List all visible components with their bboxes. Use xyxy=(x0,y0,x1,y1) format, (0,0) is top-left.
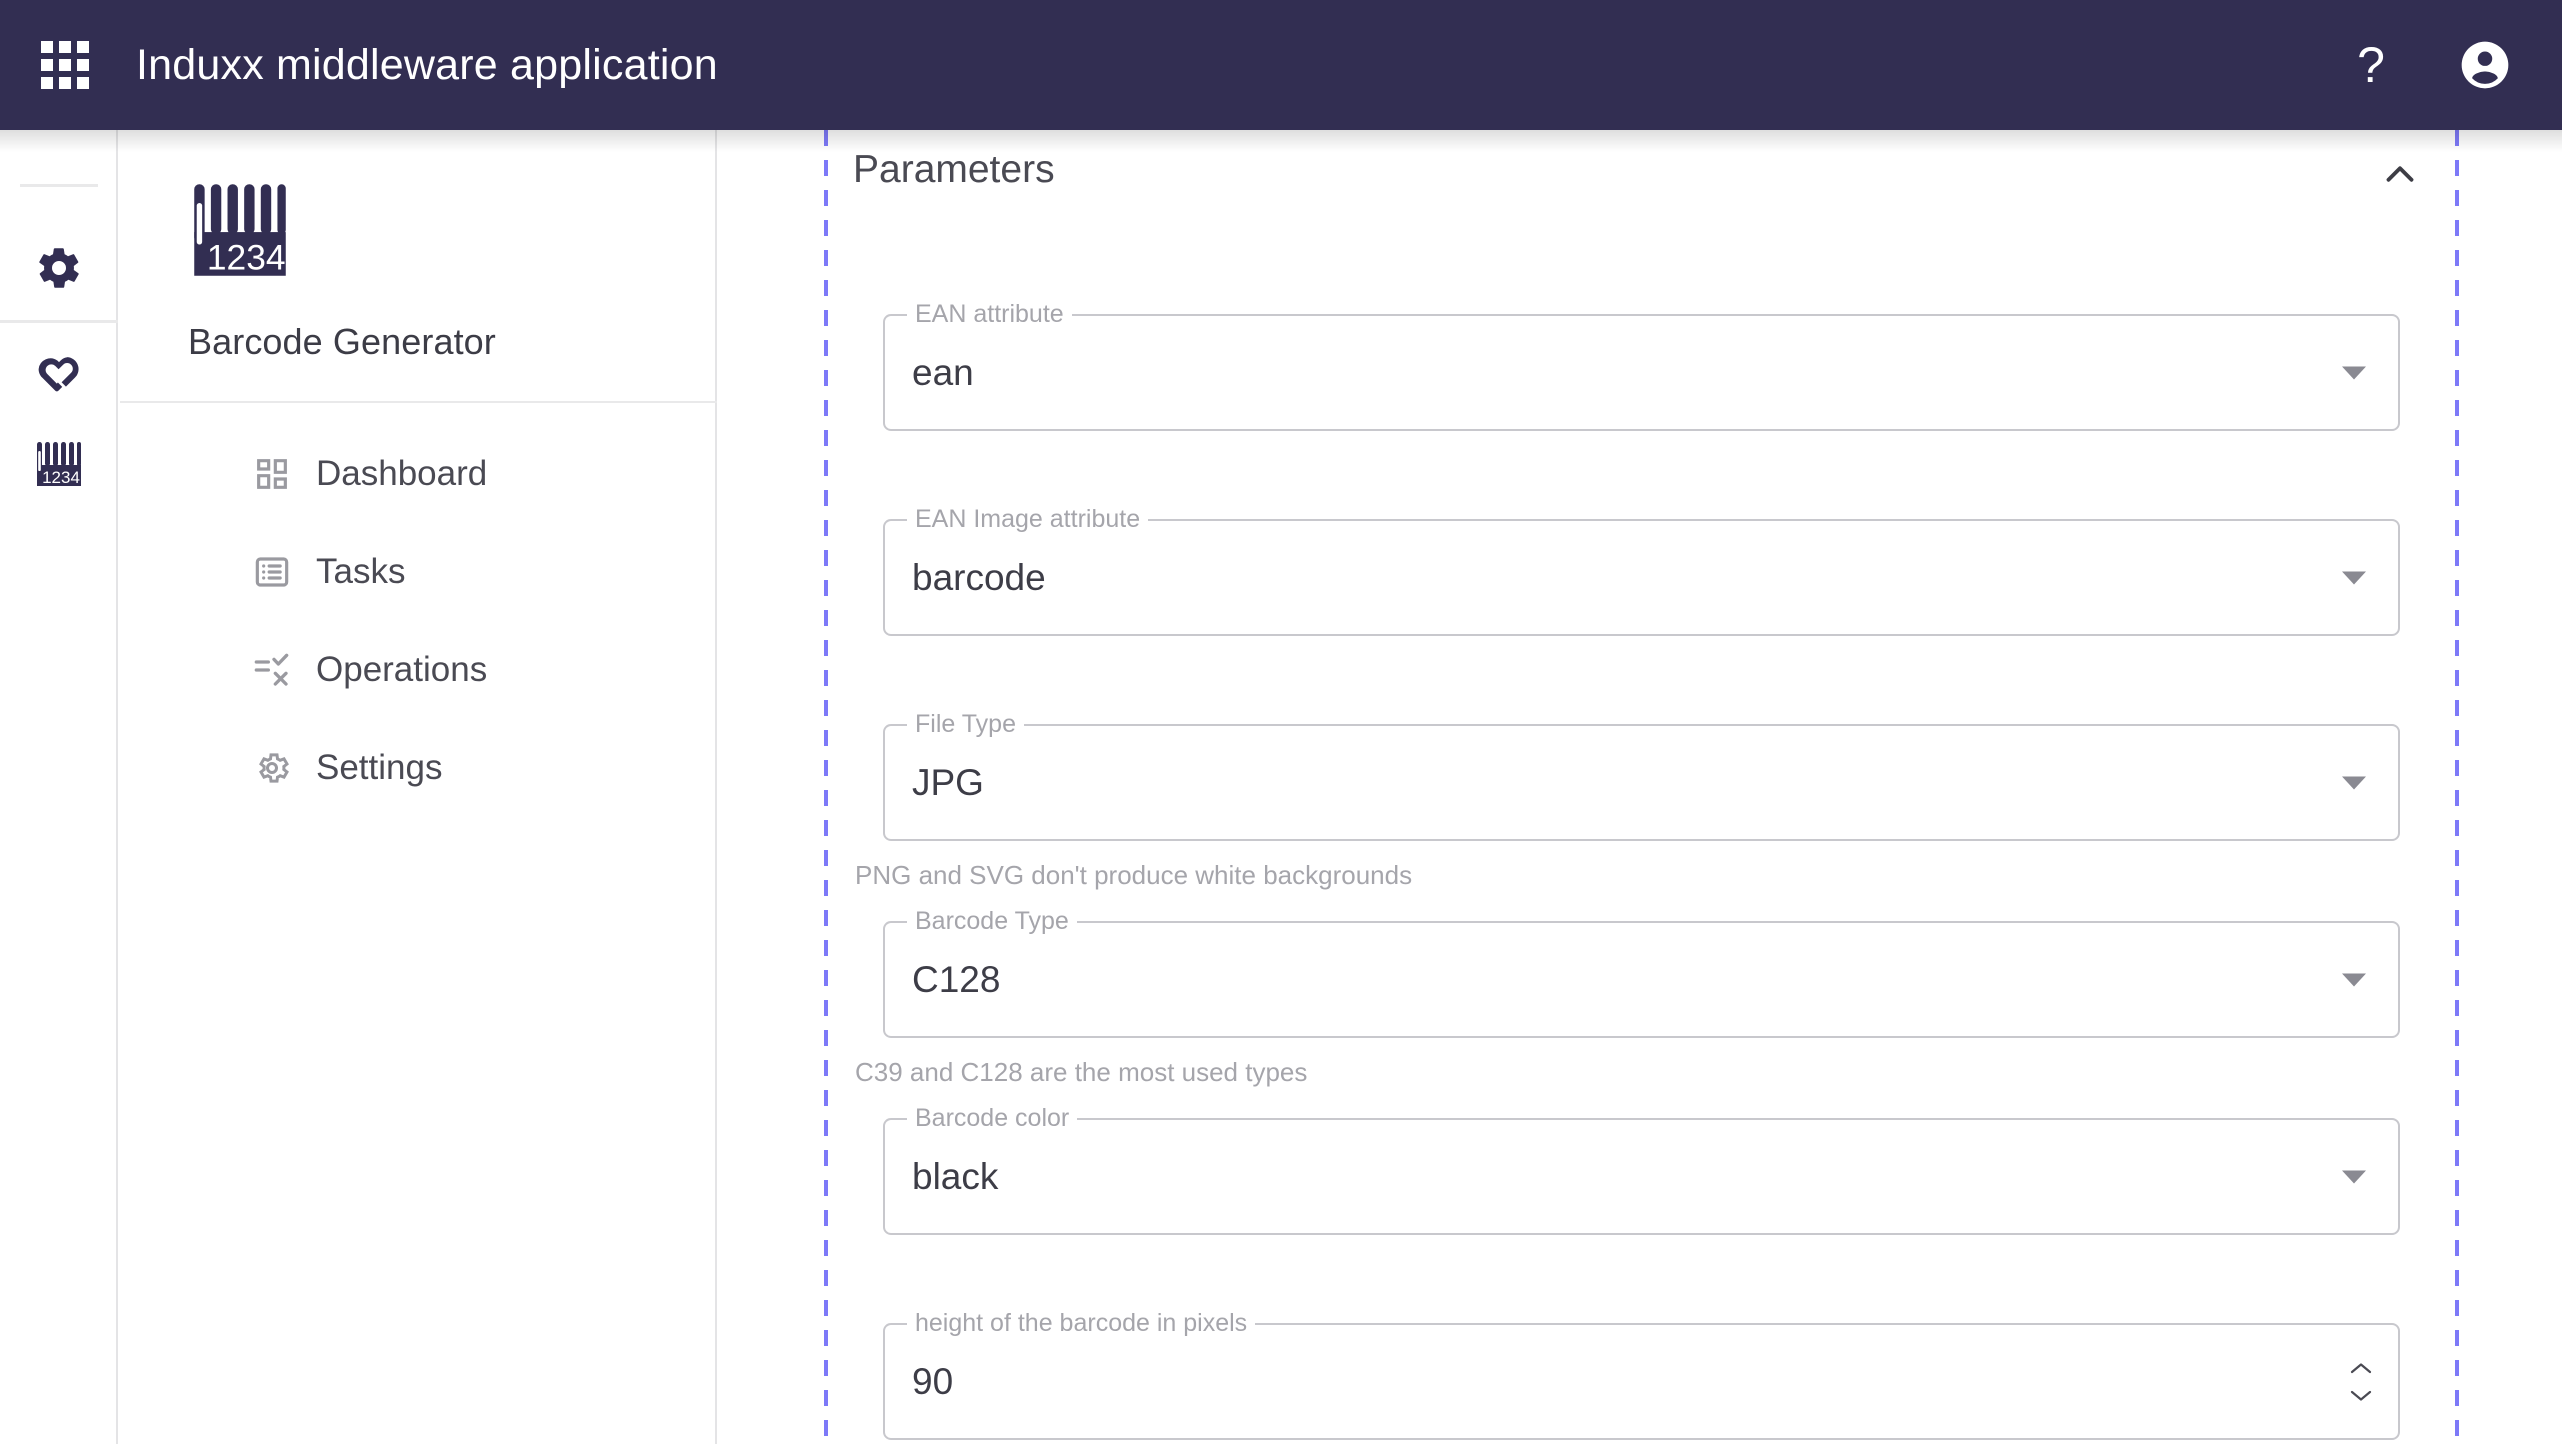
grid-dot xyxy=(77,41,89,53)
sidebar-item-tasks[interactable]: Tasks xyxy=(120,523,715,621)
rail-item-settings[interactable] xyxy=(0,234,118,306)
file-type-select[interactable]: File Type JPG xyxy=(883,710,2400,841)
rail-divider xyxy=(20,184,98,187)
field-outline xyxy=(883,519,2400,636)
help-question-icon[interactable]: ? xyxy=(2342,36,2400,94)
field-value: JPG xyxy=(912,761,984,803)
field-barcode-type: Barcode Type C128 C39 and C128 are the m… xyxy=(824,907,2459,1088)
icon-rail: 1234 xyxy=(0,130,118,1444)
parameters-panel-header[interactable]: Parameters xyxy=(824,130,2459,238)
sidebar-app-name: Barcode Generator xyxy=(188,321,496,362)
chevron-up-icon[interactable] xyxy=(2373,148,2427,202)
heart-link-logo-icon xyxy=(33,350,85,407)
top-header-bar: Induxx middleware application ? xyxy=(0,0,2562,130)
grid-dot xyxy=(59,77,71,89)
field-outline xyxy=(883,1323,2400,1440)
ean-attribute-select[interactable]: EAN attribute ean xyxy=(883,300,2400,431)
chevron-down-icon[interactable] xyxy=(2342,973,2366,986)
field-helper-text: PNG and SVG don't produce white backgrou… xyxy=(855,860,1413,890)
field-spacer xyxy=(824,1088,2459,1118)
number-stepper[interactable] xyxy=(2348,1361,2374,1403)
field-barcode-color: Barcode color black xyxy=(824,1104,2459,1235)
field-value: barcode xyxy=(912,556,1046,598)
field-outline xyxy=(883,314,2400,431)
sidebar-nav: Dashboard Tasks Operations Settings xyxy=(120,403,715,817)
barcode-type-select[interactable]: Barcode Type C128 xyxy=(883,907,2400,1038)
field-value: ean xyxy=(912,351,974,393)
sidebar-item-dashboard[interactable]: Dashboard xyxy=(120,425,715,523)
field-value: C128 xyxy=(912,958,1001,1000)
form-top-spacer xyxy=(824,238,2459,314)
grid-dot xyxy=(77,59,89,71)
field-file-type: File Type JPG PNG and SVG don't produce … xyxy=(824,710,2459,891)
stepper-up-icon xyxy=(2350,1362,2372,1373)
field-ean-attribute: EAN attribute ean xyxy=(824,300,2459,431)
main-content: Parameters EAN attribute ean EAN Image a… xyxy=(719,130,2562,1444)
field-outline xyxy=(883,921,2400,1038)
rule-checklist-icon xyxy=(250,648,294,692)
barcode-height-input[interactable]: height of the barcode in pixels 90 xyxy=(883,1309,2400,1440)
sidebar-item-label: Operations xyxy=(316,650,488,689)
grid-dot xyxy=(77,77,89,89)
chevron-down-icon[interactable] xyxy=(2342,571,2366,584)
app-sidebar: 1234 Barcode Generator Dashboard Tasks O… xyxy=(120,130,717,1444)
rail-item-induxx-logo[interactable] xyxy=(0,342,118,414)
field-outline xyxy=(883,1118,2400,1235)
list-alt-icon xyxy=(250,550,294,594)
sidebar-item-label: Tasks xyxy=(316,552,406,591)
ean-image-attribute-select[interactable]: EAN Image attribute barcode xyxy=(883,505,2400,636)
grid-dot xyxy=(41,59,53,71)
field-barcode-height: height of the barcode in pixels 90 xyxy=(824,1309,2459,1440)
chevron-down-icon[interactable] xyxy=(2342,1170,2366,1183)
barcode-1234-icon: 1234 xyxy=(34,439,84,494)
header-actions: ? xyxy=(2342,36,2514,94)
grid-dot xyxy=(41,77,53,89)
field-value: 90 xyxy=(912,1360,954,1402)
rail-divider xyxy=(0,320,118,323)
sidebar-item-operations[interactable]: Operations xyxy=(120,621,715,719)
page-title: Parameters xyxy=(853,148,1055,191)
field-outline xyxy=(883,724,2400,841)
parameters-form: EAN attribute ean EAN Image attribute ba… xyxy=(824,238,2459,1440)
stepper-down-icon xyxy=(2350,1390,2372,1401)
barcode-color-select[interactable]: Barcode color black xyxy=(883,1104,2400,1235)
barcode-1234-logo: 1234 xyxy=(188,178,715,287)
svg-text:1234: 1234 xyxy=(207,239,286,278)
field-spacer xyxy=(824,891,2459,921)
apps-grid-icon[interactable] xyxy=(36,36,94,94)
svg-text:1234: 1234 xyxy=(42,468,80,487)
sidebar-brand: 1234 xyxy=(120,130,715,287)
gear-outline-icon xyxy=(250,746,294,790)
sidebar-item-label: Dashboard xyxy=(316,454,488,493)
gear-icon xyxy=(35,244,83,297)
chevron-down-icon[interactable] xyxy=(2342,776,2366,789)
app-root: Induxx middleware application ? 1234 123… xyxy=(0,0,2562,1444)
field-spacer xyxy=(824,431,2459,519)
field-ean-image-attribute: EAN Image attribute barcode xyxy=(824,505,2459,636)
app-title: Induxx middleware application xyxy=(136,40,718,89)
chevron-down-icon[interactable] xyxy=(2342,366,2366,379)
grid-dot xyxy=(59,59,71,71)
rail-item-barcode-generator[interactable]: 1234 xyxy=(0,430,118,502)
sidebar-item-settings[interactable]: Settings xyxy=(120,719,715,817)
grid-dot xyxy=(41,41,53,53)
field-spacer xyxy=(824,636,2459,724)
dashboard-grid-icon xyxy=(250,452,294,496)
sidebar-item-label: Settings xyxy=(316,748,443,787)
grid-dot xyxy=(59,41,71,53)
account-circle-icon[interactable] xyxy=(2456,36,2514,94)
field-value: black xyxy=(912,1155,999,1197)
field-spacer xyxy=(824,1235,2459,1323)
field-helper-text: C39 and C128 are the most used types xyxy=(855,1057,1308,1087)
